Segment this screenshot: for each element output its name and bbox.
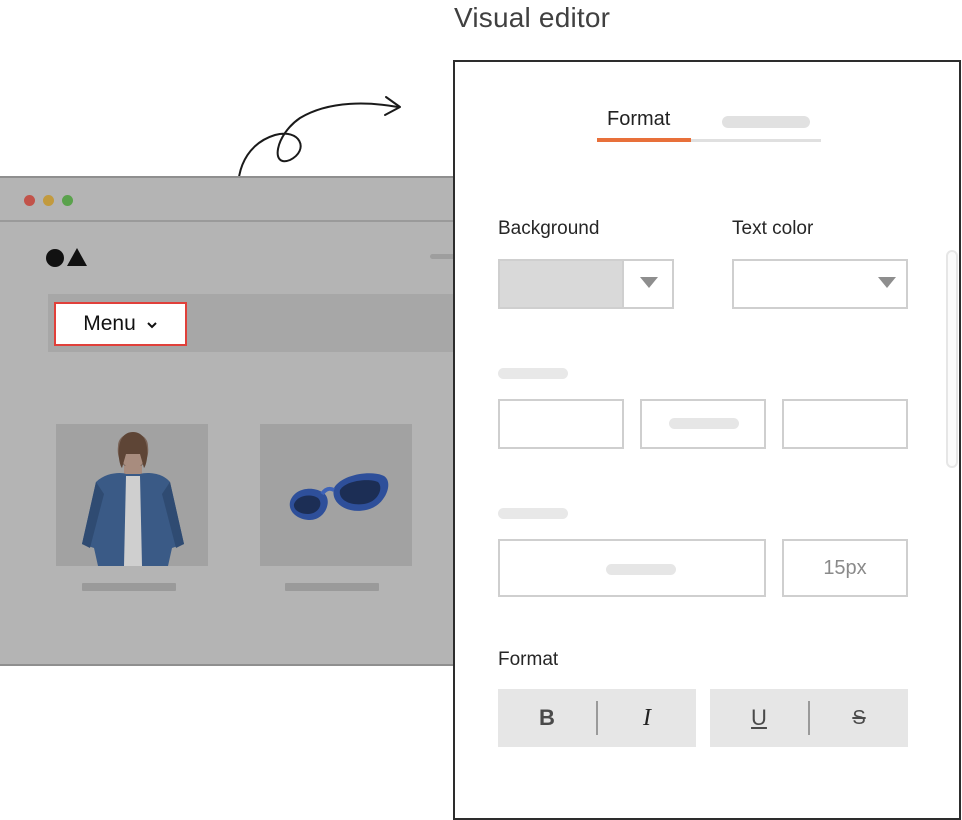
product-title-placeholder [285, 583, 379, 591]
caret-down-icon [878, 277, 896, 288]
format-label: Format [498, 649, 559, 670]
tab-active-indicator [597, 138, 691, 142]
background-color-select[interactable] [498, 259, 674, 309]
text-placeholder [669, 418, 739, 429]
label-placeholder [498, 508, 568, 519]
maximize-window-dot[interactable] [62, 195, 73, 206]
italic-button[interactable]: I [598, 689, 696, 747]
tab-format[interactable]: Format [607, 108, 670, 131]
sunglasses-photo[interactable] [260, 424, 412, 566]
visual-editor-panel: Format Background Text color 15px Format… [453, 60, 961, 820]
background-label: Background [498, 218, 600, 239]
website-preview-window: Menu [0, 176, 488, 666]
product-title-placeholder [82, 583, 176, 591]
text-color-select[interactable] [732, 259, 908, 309]
bold-button[interactable]: B [498, 689, 596, 747]
option-box[interactable] [782, 399, 908, 449]
font-select-input[interactable] [498, 539, 766, 597]
tab-placeholder[interactable] [722, 116, 810, 128]
format-button-group: B I [498, 689, 696, 747]
caret-down-icon [640, 277, 658, 288]
menu-label: Menu [83, 312, 136, 335]
option-box[interactable] [498, 399, 624, 449]
option-box[interactable] [640, 399, 766, 449]
close-window-dot[interactable] [24, 195, 35, 206]
denim-jacket-photo[interactable] [56, 424, 208, 566]
select-divider [622, 261, 624, 307]
chevron-down-icon [146, 318, 158, 332]
text-placeholder [606, 564, 676, 575]
menu-button[interactable]: Menu [54, 302, 187, 346]
font-size-input[interactable]: 15px [782, 539, 908, 597]
logo-circle-icon [46, 249, 64, 267]
logo-triangle-icon [67, 248, 87, 266]
background-color-swatch [500, 261, 622, 307]
minimize-window-dot[interactable] [43, 195, 54, 206]
underline-button[interactable]: U [710, 689, 808, 747]
strikethrough-button[interactable]: S [810, 689, 908, 747]
page-heading: Visual editor [454, 2, 611, 33]
browser-titlebar [0, 178, 478, 222]
label-placeholder [498, 368, 568, 379]
format-button-group: U S [710, 689, 908, 747]
panel-scrollbar[interactable] [946, 250, 958, 468]
text-color-label: Text color [732, 218, 814, 239]
